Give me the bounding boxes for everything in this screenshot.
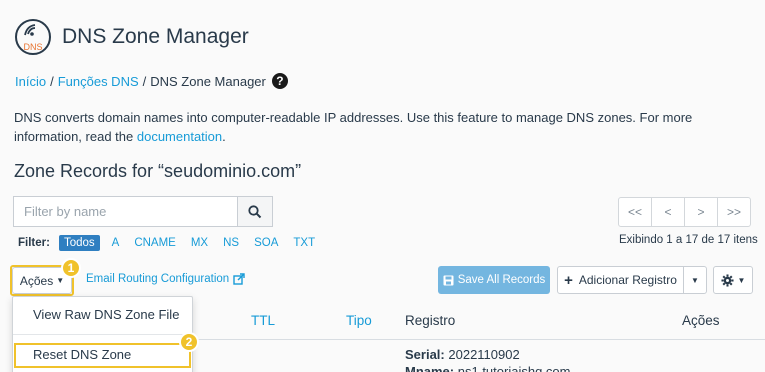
search-icon [248,204,262,218]
table-row: Serial: 2022110902 Mname: ns1.tutoriaish… [405,346,570,372]
next-page-button[interactable]: > [684,197,718,227]
filter-option-cname[interactable]: CNAME [134,237,176,249]
search-button[interactable] [237,197,272,226]
filter-label: Filter: [18,237,50,249]
add-record-label: Adicionar Registro [578,273,677,287]
description-text: DNS converts domain names into computer-… [14,110,693,144]
step-badge-1: 1 [61,258,81,278]
column-header-registro: Registro [405,313,456,328]
breadcrumb-separator: / [50,73,54,89]
section-title: Zone Records for “seudominio.com” [14,161,302,181]
svg-text:DNS: DNS [23,42,42,52]
filter-option-ns[interactable]: NS [223,237,239,249]
breadcrumb: Início / Funções DNS / DNS Zone Manager … [15,73,288,89]
serial-label: Serial: [405,347,445,362]
reset-highlight-box [14,343,191,368]
caret-down-icon: ▼ [737,275,746,285]
mname-line: Mname: ns1.tutoriaishg.com [405,363,570,372]
email-routing-label: Email Routing Configuration [86,273,230,285]
filter-option-a[interactable]: A [112,237,120,249]
pagination-info: Exibindo 1 a 17 de 17 itens [619,234,758,246]
email-routing-link[interactable]: Email Routing Configuration [86,273,245,285]
dns-logo-icon: DNS [13,17,53,57]
search-input[interactable] [14,197,237,226]
external-link-icon [233,273,245,285]
first-page-button[interactable]: << [618,197,652,227]
page-title: DNS Zone Manager [62,25,249,48]
serial-line: Serial: 2022110902 [405,346,570,363]
save-icon [443,275,454,285]
page-description: DNS converts domain names into computer-… [14,108,754,146]
breadcrumb-current: DNS Zone Manager [150,73,266,89]
column-header-acoes: Ações [682,313,720,328]
filter-option-soa[interactable]: SOA [254,237,278,249]
filter-option-mx[interactable]: MX [191,237,208,249]
serial-value: 2022110902 [448,347,520,362]
table-header: TTL Tipo Registro Ações [195,303,765,340]
save-all-label: Save All Records [457,274,546,286]
column-header-tipo[interactable]: Tipo [346,313,372,328]
add-record-button[interactable]: + Adicionar Registro [558,267,684,293]
breadcrumb-home-link[interactable]: Início [15,74,46,89]
documentation-link[interactable]: documentation [137,129,222,144]
settings-dropdown-button[interactable]: ▼ [713,266,753,294]
caret-down-icon: ▼ [691,275,699,285]
menu-item-view-raw-zone[interactable]: View Raw DNS Zone File [33,307,179,322]
help-icon[interactable]: ? [271,73,288,89]
mname-value: ns1.tutoriaishg.com [457,364,571,372]
gear-icon [720,273,734,287]
pagination: << < > >> [618,197,751,227]
step-badge-2: 2 [179,332,199,352]
breadcrumb-separator: / [142,73,147,89]
column-header-ttl[interactable]: TTL [251,313,275,328]
description-end: . [222,129,226,144]
breadcrumb-section-link[interactable]: Funções DNS [58,74,139,89]
previous-page-button[interactable]: < [651,197,685,227]
plus-icon: + [564,271,573,289]
filter-bar: Filter: Todos A CNAME MX NS SOA TXT [18,235,330,251]
add-record-button-group: + Adicionar Registro ▼ [557,266,707,294]
mname-label: Mname: [405,364,455,372]
save-all-records-button[interactable]: Save All Records [438,266,550,294]
filter-option-todos[interactable]: Todos [58,235,100,251]
filter-option-txt[interactable]: TXT [293,237,315,249]
search-box [13,196,273,227]
last-page-button[interactable]: >> [717,197,751,227]
add-record-caret-button[interactable]: ▼ [684,267,706,293]
menu-divider [13,334,192,335]
